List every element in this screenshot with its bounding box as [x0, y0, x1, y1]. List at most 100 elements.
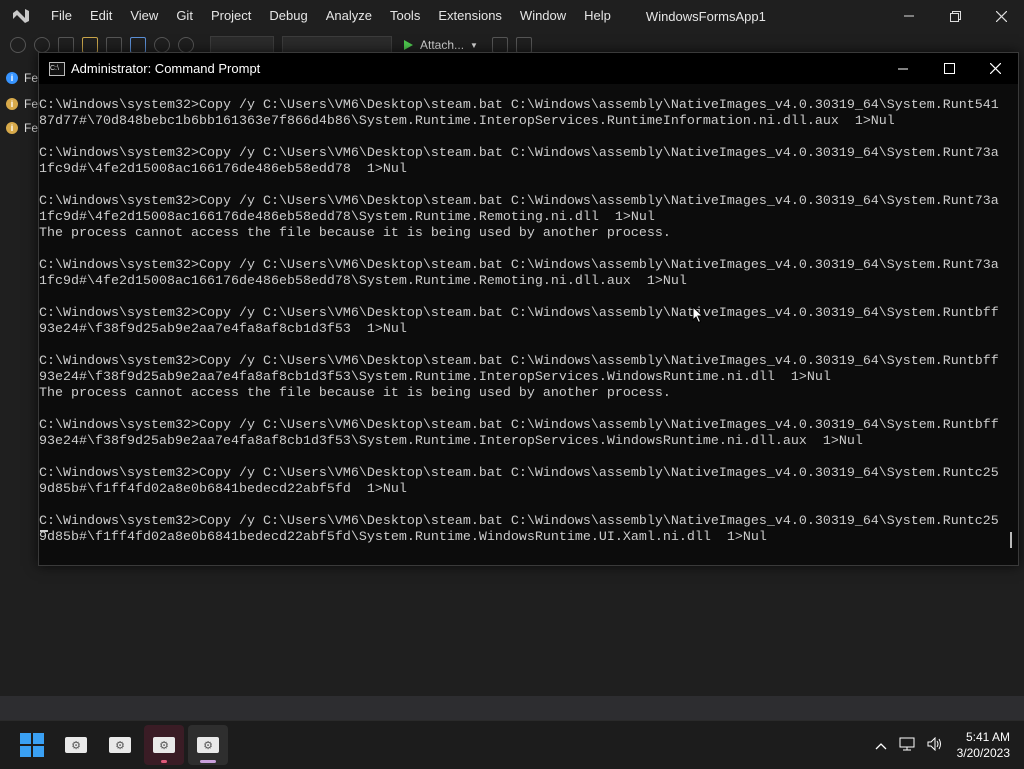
gear-app-icon: ⚙: [65, 737, 87, 753]
taskbar-app-1[interactable]: ⚙: [56, 725, 96, 765]
undo-icon[interactable]: [154, 37, 170, 53]
console-line: 9d85b#\f1ff4fd02a8e0b6841bedecd22abf5fd\…: [39, 530, 767, 545]
menu-extensions[interactable]: Extensions: [429, 0, 511, 32]
cmd-minimize-button[interactable]: [880, 53, 926, 84]
cmd-titlebar[interactable]: C:\ Administrator: Command Prompt: [39, 53, 1018, 84]
attach-label: Attach...: [420, 38, 465, 52]
menu-git[interactable]: Git: [167, 0, 202, 32]
console-line: 1fc9d#\4fe2d15008ac166176de486eb58edd78\…: [39, 210, 655, 225]
console-line: 9d85b#\f1ff4fd02a8e0b6841bedecd22abf5fd …: [39, 482, 407, 497]
taskbar-app-4[interactable]: ⚙: [188, 725, 228, 765]
cmd-scrollbar-thumb[interactable]: [1010, 532, 1012, 548]
taskbar-app-2[interactable]: ⚙: [100, 725, 140, 765]
gear-app-icon: ⚙: [197, 737, 219, 753]
mouse-pointer-icon: [692, 306, 704, 324]
console-line: 1fc9d#\4fe2d15008ac166176de486eb58edd78\…: [39, 274, 687, 289]
browse-icon[interactable]: [491, 37, 508, 53]
vs-status-bar: [0, 696, 1024, 720]
start-button[interactable]: [12, 725, 52, 765]
console-lines: C:\Windows\system32>Copy /y C:\Users\VM6…: [39, 98, 1001, 546]
console-line: 93e24#\f38f9d25ab9e2aa7e4fa8af8cb1d3f53\…: [39, 370, 831, 385]
clock-time: 5:41 AM: [965, 730, 1010, 744]
forward-icon[interactable]: [34, 37, 50, 53]
console-line: The process cannot access the file becau…: [39, 226, 671, 241]
console-line: C:\Windows\system32>Copy /y C:\Users\VM6…: [39, 418, 999, 433]
notification-item[interactable]: i Fe: [0, 94, 40, 114]
warning-icon: i: [6, 122, 18, 134]
menu-tools[interactable]: Tools: [381, 0, 429, 32]
console-line: C:\Windows\system32>Copy /y C:\Users\VM6…: [39, 194, 999, 209]
vs-close-button[interactable]: [978, 0, 1024, 32]
system-tray: 5:41 AM 3/20/2023: [869, 721, 1024, 769]
taskbar-app-3[interactable]: ⚙: [144, 725, 184, 765]
console-line: C:\Windows\system32>Copy /y C:\Users\VM6…: [39, 146, 999, 161]
attach-button[interactable]: Attach... ▼: [402, 38, 478, 52]
save-icon[interactable]: [106, 37, 122, 53]
cmd-scrollbar[interactable]: [1004, 84, 1018, 564]
menu-debug[interactable]: Debug: [260, 0, 316, 32]
menu-view[interactable]: View: [121, 0, 167, 32]
clock[interactable]: 5:41 AM 3/20/2023: [957, 729, 1010, 761]
vs-restore-button[interactable]: [932, 0, 978, 32]
cmd-maximize-button[interactable]: [926, 53, 972, 84]
console-line: C:\Windows\system32>Copy /y C:\Users\VM6…: [39, 514, 999, 529]
menu-bar: File Edit View Git Project Debug Analyze…: [42, 0, 620, 32]
chevron-up-icon[interactable]: [875, 737, 887, 753]
console-line: 93e24#\f38f9d25ab9e2aa7e4fa8af8cb1d3f53 …: [39, 322, 407, 337]
notification-label: Fe: [24, 71, 39, 85]
clock-date: 3/20/2023: [956, 746, 1010, 760]
menu-file[interactable]: File: [42, 0, 81, 32]
menu-project[interactable]: Project: [202, 0, 260, 32]
cmd-close-button[interactable]: [972, 53, 1018, 84]
console-line: C:\Windows\system32>Copy /y C:\Users\VM6…: [39, 258, 999, 273]
console-line: 93e24#\f38f9d25ab9e2aa7e4fa8af8cb1d3f53\…: [39, 434, 863, 449]
notification-item[interactable]: i Fe: [0, 118, 40, 138]
network-icon[interactable]: [899, 737, 915, 754]
vs-minimize-button[interactable]: [886, 0, 932, 32]
info-icon: i: [6, 72, 18, 84]
save-all-icon[interactable]: [130, 37, 146, 53]
vs-notification-panel: i Fe i Fe i Fe: [0, 58, 40, 168]
play-icon: [404, 40, 413, 50]
toolbox-icon[interactable]: [515, 37, 532, 53]
notification-label: Fe: [24, 97, 39, 111]
chevron-down-icon: ▼: [470, 40, 478, 50]
new-project-icon[interactable]: [58, 37, 74, 53]
console-line: C:\Windows\system32>Copy /y C:\Users\VM6…: [39, 98, 999, 113]
app-running-indicator: [161, 760, 167, 763]
open-folder-icon[interactable]: [82, 37, 98, 53]
text-cursor: [40, 530, 48, 532]
windows-logo-icon: [20, 733, 44, 757]
vs-titlebar: File Edit View Git Project Debug Analyze…: [0, 0, 1024, 32]
taskbar: ⚙ ⚙ ⚙ ⚙ 5:41 AM 3/20/2023: [0, 720, 1024, 769]
gear-app-icon: ⚙: [109, 737, 131, 753]
visual-studio-logo-icon[interactable]: [10, 5, 32, 27]
gear-app-icon: ⚙: [153, 737, 175, 753]
console-line: 1fc9d#\4fe2d15008ac166176de486eb58edd78 …: [39, 162, 407, 177]
console-line: C:\Windows\system32>Copy /y C:\Users\VM6…: [39, 354, 999, 369]
menu-analyze[interactable]: Analyze: [317, 0, 381, 32]
console-output[interactable]: C:\Windows\system32>Copy /y C:\Users\VM6…: [39, 84, 1001, 564]
menu-help[interactable]: Help: [575, 0, 620, 32]
solution-name: WindowsFormsApp1: [645, 8, 766, 24]
redo-icon[interactable]: [178, 37, 194, 53]
back-icon[interactable]: [10, 37, 26, 53]
menu-window[interactable]: Window: [511, 0, 575, 32]
console-line: C:\Windows\system32>Copy /y C:\Users\VM6…: [39, 466, 999, 481]
notification-item[interactable]: i Fe: [0, 68, 40, 88]
notification-label: Fe: [24, 121, 39, 135]
app-active-indicator: [200, 760, 216, 763]
volume-icon[interactable]: [927, 736, 943, 754]
console-line: The process cannot access the file becau…: [39, 386, 671, 401]
menu-edit[interactable]: Edit: [81, 0, 121, 32]
warning-icon: i: [6, 98, 18, 110]
console-line: 87d77#\70d848bebc1b6bb161363e7f866d4b86\…: [39, 114, 895, 129]
